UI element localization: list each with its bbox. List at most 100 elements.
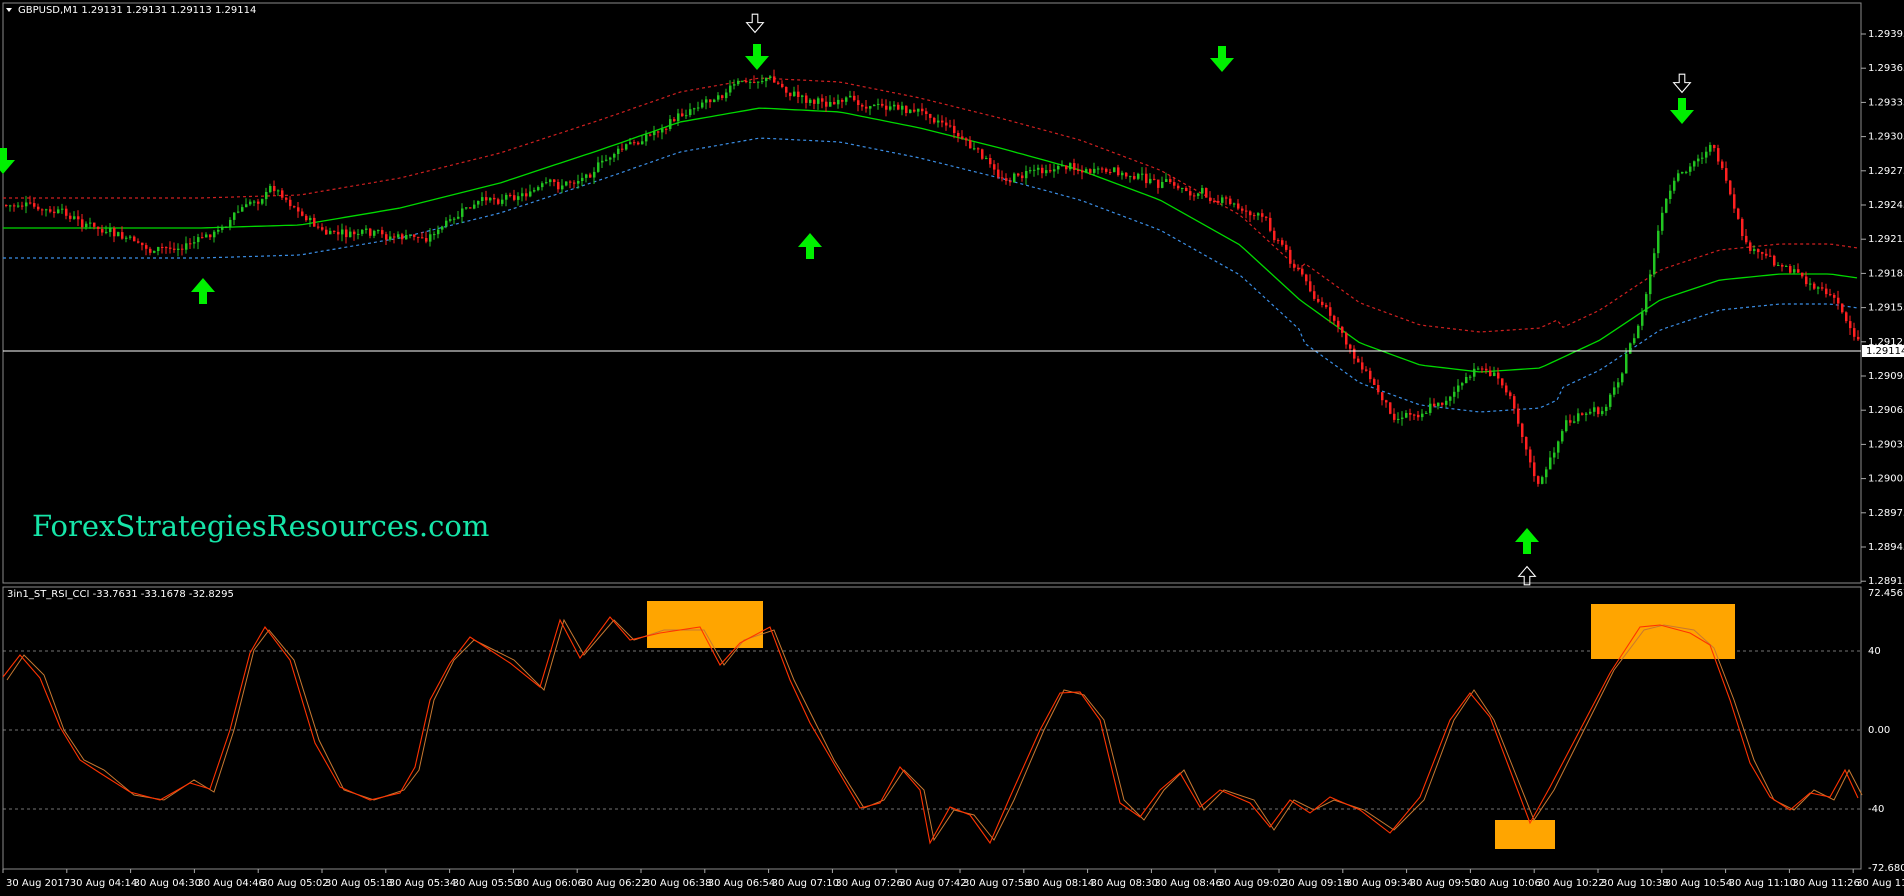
candle-body bbox=[293, 206, 296, 208]
candle-body bbox=[1837, 297, 1840, 304]
candle-body bbox=[1325, 305, 1328, 308]
candle-body bbox=[557, 182, 560, 190]
candle-body bbox=[1449, 396, 1452, 401]
candle-body bbox=[1209, 197, 1212, 201]
candle-body bbox=[1485, 368, 1488, 371]
candle-body bbox=[349, 231, 352, 238]
candle-body bbox=[877, 103, 880, 105]
candle-body bbox=[705, 99, 708, 103]
candle-body bbox=[1757, 249, 1760, 253]
candle-body bbox=[973, 148, 976, 150]
candle-body bbox=[1581, 413, 1584, 415]
candle-body bbox=[169, 247, 172, 249]
time-tick-label: 30 Aug 07:26 bbox=[835, 878, 902, 889]
candle-body bbox=[453, 218, 456, 220]
candle-body bbox=[1337, 320, 1340, 327]
candle-body bbox=[1193, 195, 1196, 197]
candle-body bbox=[1133, 176, 1136, 179]
candle-body bbox=[441, 226, 444, 230]
candle-body bbox=[37, 206, 40, 210]
time-tick-label: 30 Aug 06:06 bbox=[516, 878, 583, 889]
candle-body bbox=[269, 186, 272, 193]
envelope-bands bbox=[3, 77, 1858, 413]
chart-symbol-title: GBPUSD,M1 1.29131 1.29131 1.29113 1.2911… bbox=[18, 5, 256, 16]
candle-body bbox=[141, 242, 144, 246]
sell-arrow-icon bbox=[1672, 73, 1692, 94]
candle-body bbox=[1793, 269, 1796, 273]
candle-body bbox=[809, 99, 812, 103]
candle-body bbox=[449, 219, 452, 221]
candle-body bbox=[1201, 188, 1204, 194]
candle-body bbox=[1769, 255, 1772, 257]
candle-body bbox=[789, 92, 792, 97]
candle-body bbox=[1225, 197, 1228, 199]
candle-body bbox=[305, 215, 308, 221]
candle-body bbox=[1457, 385, 1460, 392]
candle-body bbox=[1153, 178, 1156, 180]
price-tick-label: 1.29395 bbox=[1868, 29, 1904, 40]
price-tick-label: 1.29185 bbox=[1868, 268, 1904, 279]
candle-body bbox=[1013, 173, 1016, 183]
time-tick-label: 30 Aug 11:10 bbox=[1729, 878, 1796, 889]
candle-body bbox=[1641, 312, 1644, 326]
candle-body bbox=[1417, 414, 1420, 418]
candle-body bbox=[845, 97, 848, 102]
candle-body bbox=[285, 197, 288, 200]
candle-body bbox=[1021, 175, 1024, 179]
chart-menu-triangle-icon[interactable] bbox=[6, 8, 12, 12]
candle-body bbox=[1217, 201, 1220, 203]
candle-body bbox=[1421, 413, 1424, 418]
candle-body bbox=[1073, 163, 1076, 170]
candle-body bbox=[1697, 158, 1700, 162]
candle-body bbox=[1805, 276, 1808, 285]
candle-body bbox=[401, 234, 404, 240]
candle-body bbox=[377, 230, 380, 232]
candle-body bbox=[1409, 413, 1412, 415]
candle-body bbox=[1213, 201, 1216, 202]
candle-body bbox=[73, 216, 76, 219]
candle-body bbox=[637, 142, 640, 145]
candle-body bbox=[1445, 400, 1448, 405]
candle-body bbox=[409, 234, 412, 236]
candle-body bbox=[281, 190, 284, 198]
candle-body bbox=[585, 174, 588, 178]
candle-body bbox=[869, 106, 872, 109]
candle-body bbox=[117, 232, 120, 237]
trading-chart[interactable]: 1.29114 GBPUSD,M1 1.29131 1.29131 1.2911… bbox=[0, 0, 1904, 896]
candle-body bbox=[261, 199, 264, 204]
candle-body bbox=[961, 136, 964, 139]
moving-average-line bbox=[3, 107, 1858, 373]
candle-body bbox=[977, 148, 980, 150]
time-tick-label: 30 Aug 11: bbox=[1856, 878, 1904, 889]
candle-body bbox=[161, 247, 164, 248]
candle-body bbox=[1621, 373, 1624, 383]
candle-body bbox=[505, 194, 508, 200]
candle-body bbox=[1857, 336, 1860, 340]
candle-body bbox=[797, 91, 800, 97]
sell-arrow-icon bbox=[0, 148, 15, 174]
candle-body bbox=[1545, 469, 1548, 478]
candle-body bbox=[685, 115, 688, 117]
candle-body bbox=[329, 230, 332, 235]
candle-body bbox=[1141, 173, 1144, 175]
candle-body bbox=[317, 226, 320, 228]
candle-body bbox=[1113, 167, 1116, 173]
candle-body bbox=[233, 212, 236, 220]
candle-body bbox=[545, 182, 548, 184]
candle-body bbox=[1633, 338, 1636, 344]
sell-arrow-icon bbox=[1670, 98, 1694, 124]
candle-body bbox=[189, 243, 192, 245]
candle-body bbox=[201, 237, 204, 239]
candle-body bbox=[1717, 148, 1720, 162]
candle-body bbox=[97, 226, 100, 229]
candle-body bbox=[1353, 348, 1356, 359]
price-pane-frame bbox=[2, 2, 1862, 584]
price-tick-label: 1.28975 bbox=[1868, 508, 1904, 519]
candle-body bbox=[301, 211, 304, 216]
candle-body bbox=[841, 99, 844, 102]
candle-body bbox=[581, 177, 584, 181]
candle-body bbox=[569, 181, 572, 183]
price-tick-label: 1.28945 bbox=[1868, 542, 1904, 553]
candle-body bbox=[1725, 168, 1728, 181]
price-tick-label: 1.29365 bbox=[1868, 63, 1904, 74]
